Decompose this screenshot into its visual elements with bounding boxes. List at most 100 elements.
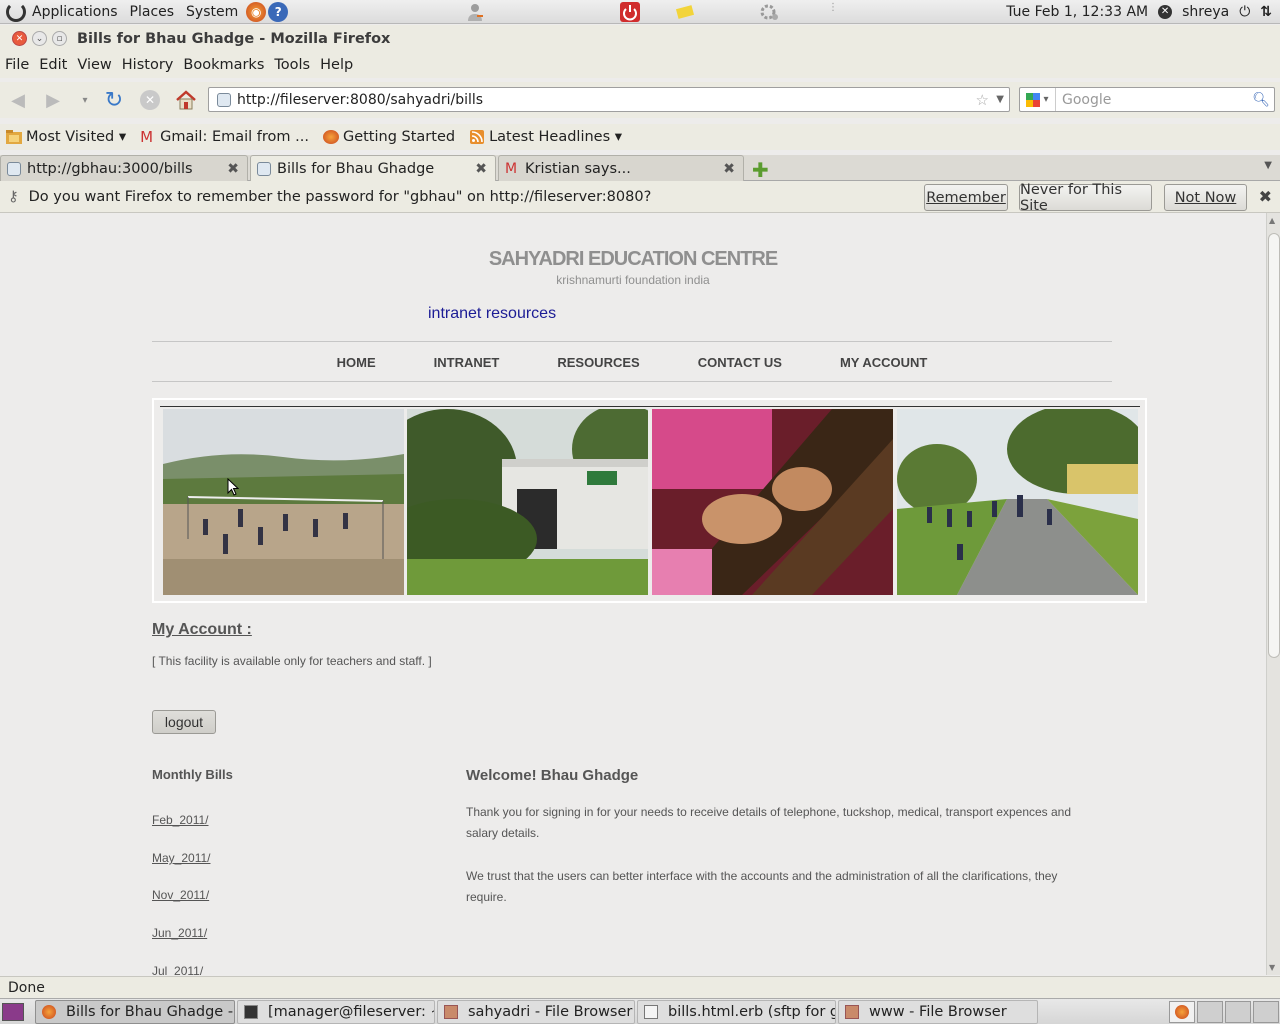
tab-gbhau-bills[interactable]: http://gbhau:3000/bills ✖: [0, 155, 248, 181]
search-icon[interactable]: 🔍︎: [1252, 92, 1270, 108]
close-notification-icon[interactable]: ✖: [1259, 187, 1272, 206]
remember-button[interactable]: Remember: [924, 184, 1008, 211]
bookmark-latest-headlines[interactable]: Latest Headlines ▾: [469, 129, 622, 145]
nav-my-account[interactable]: MY ACCOUNT: [840, 355, 927, 370]
notes-applet-icon[interactable]: [675, 2, 695, 22]
tab-list-dropdown-icon[interactable]: ▼: [1264, 160, 1272, 171]
scroll-up-icon[interactable]: ▲: [1269, 216, 1275, 225]
task-file-browser-sahyadri[interactable]: sahyadri - File Browser: [437, 1000, 635, 1024]
user-name[interactable]: shreya: [1182, 4, 1229, 20]
vertical-scrollbar[interactable]: ▲ ▼: [1266, 213, 1280, 975]
bill-link-may-2011[interactable]: May_2011/: [152, 851, 210, 865]
forward-button[interactable]: ▶: [40, 88, 66, 112]
reload-button[interactable]: ↻: [101, 88, 127, 113]
close-window-icon[interactable]: ✕: [12, 31, 27, 46]
menu-view[interactable]: View: [72, 57, 116, 73]
my-account-heading[interactable]: My Account :: [152, 621, 252, 639]
firefox-launcher-icon[interactable]: ◉: [246, 1, 267, 22]
stop-button[interactable]: ✕: [137, 88, 163, 112]
bookmark-most-visited[interactable]: Most Visited ▾: [6, 129, 126, 145]
url-text[interactable]: http://fileserver:8080/sahyadri/bills: [237, 92, 483, 108]
places-menu[interactable]: Places: [124, 4, 181, 20]
menu-history[interactable]: History: [117, 57, 179, 73]
url-dropdown-icon[interactable]: ▼: [996, 94, 1004, 105]
terminal-icon: [244, 1005, 258, 1019]
logout-button[interactable]: logout: [152, 710, 216, 734]
workspace-3[interactable]: [1225, 1001, 1251, 1023]
intranet-resources-link[interactable]: intranet resources: [428, 305, 556, 323]
maximize-window-icon[interactable]: ▫: [52, 31, 67, 46]
task-terminal[interactable]: [manager@fileserver: ~]: [237, 1000, 435, 1024]
network-icon[interactable]: ⇅: [1260, 4, 1272, 20]
gmail-icon: M: [505, 160, 518, 177]
home-button[interactable]: [173, 88, 199, 112]
welcome-paragraph-1: Thank you for signing in for your needs …: [466, 805, 1072, 840]
bill-link-feb-2011[interactable]: Feb_2011/: [152, 813, 209, 827]
close-tab-icon[interactable]: ✖: [723, 161, 735, 177]
menu-tools[interactable]: Tools: [269, 57, 315, 73]
menu-file[interactable]: File: [0, 57, 34, 73]
gnome-foot-icon[interactable]: [6, 1, 26, 22]
task-file-browser-www[interactable]: www - File Browser: [838, 1000, 1038, 1024]
bookmark-getting-started[interactable]: Getting Started: [322, 129, 455, 145]
user-switch-icon[interactable]: [465, 2, 485, 22]
navigation-toolbar: ◀ ▶ ▾ ↻ ✕ http://fileserver:8080/sahyadr…: [0, 82, 1280, 118]
url-bar[interactable]: http://fileserver:8080/sahyadri/bills ☆ …: [208, 87, 1010, 112]
workspace-4[interactable]: [1253, 1001, 1279, 1023]
task-text-editor[interactable]: bills.html.erb (sftp for g...: [637, 1000, 836, 1024]
search-input[interactable]: Google: [1062, 92, 1111, 108]
system-menu[interactable]: System: [180, 4, 244, 20]
task-firefox-bills[interactable]: Bills for Bhau Ghadge - ...: [35, 1000, 235, 1024]
workspace-1[interactable]: [1169, 1001, 1195, 1023]
shutdown-applet-icon[interactable]: [620, 2, 640, 22]
back-button[interactable]: ◀: [5, 88, 31, 112]
firefox-icon: [1175, 1005, 1189, 1019]
bill-link-jul-2011[interactable]: Jul_2011/: [152, 964, 203, 975]
nav-resources[interactable]: RESOURCES: [557, 355, 639, 370]
nav-intranet[interactable]: INTRANET: [434, 355, 500, 370]
nav-divider-bottom: [152, 381, 1112, 382]
search-engine-selector[interactable]: ▾: [1020, 88, 1056, 111]
tab-kristian-says[interactable]: M Kristian says... ✖: [498, 155, 744, 181]
never-label: Never for This Site: [1020, 181, 1123, 214]
minimize-window-icon[interactable]: ⌄: [32, 31, 47, 46]
nav-contact-us[interactable]: CONTACT US: [698, 355, 782, 370]
search-bar[interactable]: ▾ Google 🔍︎: [1019, 87, 1275, 112]
site-identity-icon[interactable]: [217, 92, 231, 107]
applications-menu[interactable]: Applications: [26, 4, 124, 20]
power-icon[interactable]: ⏻: [1239, 4, 1250, 20]
user-status-icon[interactable]: ✕: [1158, 5, 1173, 19]
bill-link-jun-2011[interactable]: Jun_2011/: [152, 926, 207, 940]
applet-handle-icon[interactable]: ⋮: [828, 2, 848, 22]
not-now-button[interactable]: Not Now: [1164, 184, 1247, 211]
clock[interactable]: Tue Feb 1, 12:33 AM: [1006, 4, 1148, 20]
bookmark-star-icon[interactable]: ☆: [976, 91, 989, 109]
workspace-2[interactable]: [1197, 1001, 1223, 1023]
menu-bookmarks[interactable]: Bookmarks: [178, 57, 269, 73]
menu-edit[interactable]: Edit: [34, 57, 72, 73]
history-dropdown-icon[interactable]: ▾: [72, 88, 98, 112]
task-label: bills.html.erb (sftp for g...: [668, 1004, 836, 1020]
bookmark-label: Latest Headlines ▾: [489, 129, 623, 145]
top-panel: Applications Places System ◉ ? ⋮ Tue Feb…: [0, 0, 1280, 24]
help-launcher-icon[interactable]: ?: [268, 1, 289, 22]
page-content: SAHYADRI EDUCATION CENTRE krishnamurti f…: [0, 213, 1266, 975]
bookmarks-toolbar: Most Visited ▾ M Gmail: Email from ... G…: [0, 124, 1280, 150]
password-message: Do you want Firefox to remember the pass…: [28, 188, 652, 205]
menu-help[interactable]: Help: [315, 57, 358, 73]
show-desktop-icon[interactable]: [2, 1003, 24, 1021]
close-tab-icon[interactable]: ✖: [227, 161, 239, 177]
new-tab-icon[interactable]: ✚: [752, 158, 769, 182]
close-tab-icon[interactable]: ✖: [475, 161, 487, 177]
never-for-site-button[interactable]: Never for This Site: [1019, 181, 1152, 214]
nav-home[interactable]: HOME: [337, 355, 376, 370]
bookmark-gmail[interactable]: M Gmail: Email from ...: [140, 129, 309, 145]
main-nav: HOME INTRANET RESOURCES CONTACT US MY AC…: [152, 355, 1112, 370]
tab-bills-bhau-ghadge[interactable]: Bills for Bhau Ghadge ✖: [250, 155, 496, 182]
window-titlebar: ✕ ⌄ ▫ Bills for Bhau Ghadge - Mozilla Fi…: [0, 25, 1280, 52]
system-monitor-icon[interactable]: [760, 2, 780, 22]
scrollbar-thumb[interactable]: [1268, 233, 1280, 658]
scroll-down-icon[interactable]: ▼: [1269, 963, 1275, 972]
bill-link-nov-2011[interactable]: Nov_2011/: [152, 888, 209, 902]
folder-icon: [444, 1005, 458, 1019]
